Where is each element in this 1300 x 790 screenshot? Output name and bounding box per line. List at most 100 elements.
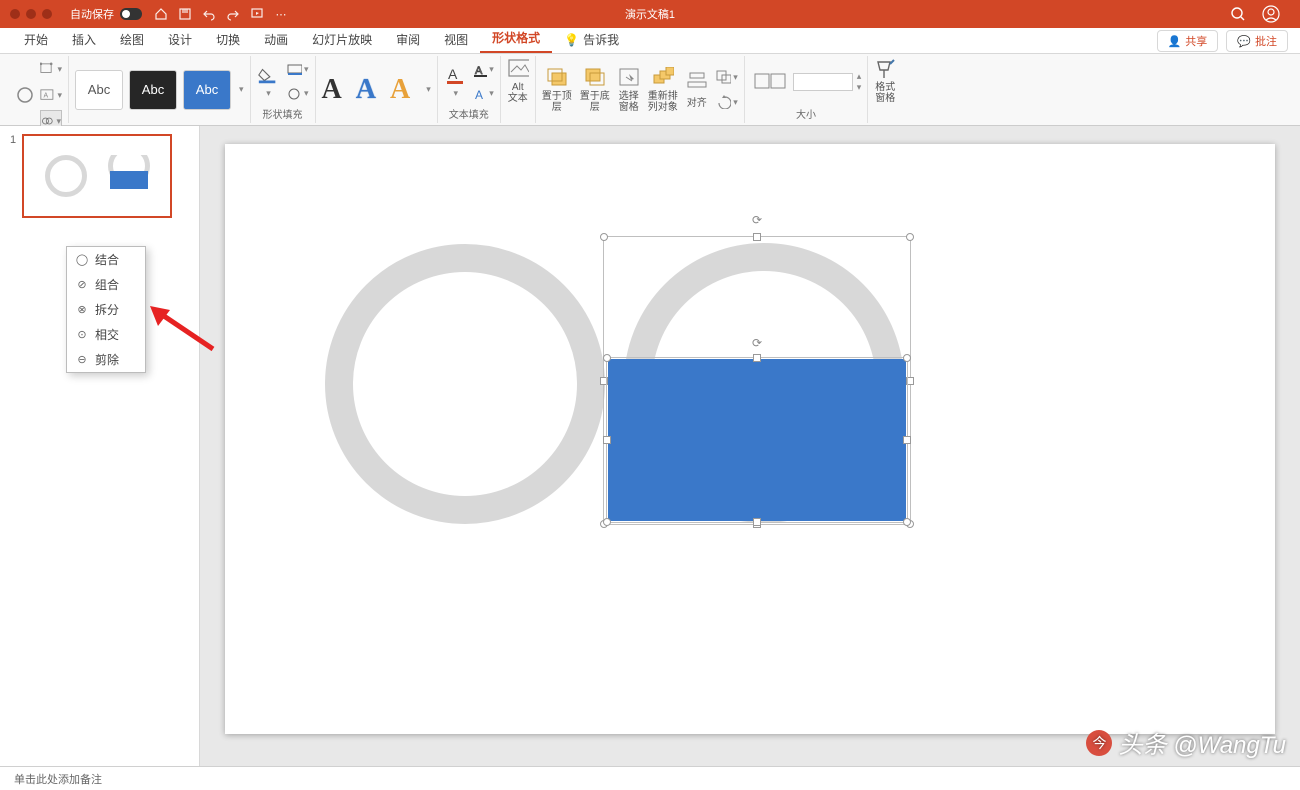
tab-animations[interactable]: 动画: [252, 26, 300, 53]
handle2-w[interactable]: [603, 436, 611, 444]
format-pane-button[interactable]: 格式 窗格: [874, 58, 896, 104]
shape-outline-icon[interactable]: ▾: [287, 59, 309, 81]
tab-insert[interactable]: 插入: [60, 26, 108, 53]
fill-bucket-icon: [257, 64, 279, 86]
min-dot[interactable]: [26, 9, 36, 19]
subtract-icon: ⊖: [75, 353, 89, 367]
present-icon[interactable]: [250, 7, 264, 21]
handle2-nw[interactable]: [603, 354, 611, 362]
combine-icon: ⊘: [75, 278, 89, 292]
menu-intersect-label: 相交: [95, 326, 119, 343]
shape-ring-left[interactable]: [325, 244, 605, 524]
search-icon[interactable]: [1230, 6, 1246, 22]
tab-design[interactable]: 设计: [156, 26, 204, 53]
wordart-style-3[interactable]: A: [390, 74, 410, 106]
comments-button[interactable]: 💬批注: [1226, 30, 1288, 52]
text-effects-icon[interactable]: A▾: [472, 83, 494, 105]
slide-canvas-area[interactable]: ⟳ ⟳: [200, 126, 1300, 766]
redo-icon[interactable]: [226, 7, 240, 21]
menu-fragment-label: 拆分: [95, 301, 119, 318]
account-icon[interactable]: [1262, 5, 1280, 23]
menu-subtract[interactable]: ⊖剪除: [67, 347, 145, 372]
styles-more-icon[interactable]: ▾: [239, 84, 244, 95]
menu-intersect[interactable]: ⊙ 相交: [67, 322, 145, 347]
tab-shape-format[interactable]: 形状格式: [480, 24, 552, 53]
close-dot[interactable]: [10, 9, 20, 19]
thumb-number: 1: [10, 134, 16, 218]
menu-union[interactable]: ◯结合: [67, 247, 145, 272]
shape-style-3[interactable]: Abc: [183, 70, 231, 110]
edit-points-icon[interactable]: ▾: [40, 58, 62, 80]
handle-nw[interactable]: [600, 233, 608, 241]
merge-shapes-menu: ◯结合 ⊘组合 ⊗拆分 ⊙ 相交 ⊖剪除: [66, 246, 146, 373]
align-button[interactable]: 对齐: [686, 70, 708, 109]
document-title: 演示文稿1: [625, 6, 675, 22]
qat-more-icon[interactable]: ⋯: [274, 7, 288, 21]
handle2-sw[interactable]: [603, 518, 611, 526]
group-label-fill: 形状填充: [263, 106, 303, 121]
autosave-toggle[interactable]: 自动保存: [70, 6, 142, 22]
home-icon[interactable]: [154, 7, 168, 21]
wordart-style-1[interactable]: A: [322, 74, 342, 106]
undo-icon[interactable]: [202, 7, 216, 21]
wordart-style-2[interactable]: A: [356, 74, 376, 106]
reorder-button[interactable]: 重新排 列对象: [648, 67, 678, 113]
handle2-se[interactable]: [903, 518, 911, 526]
alt-text-button[interactable]: Alt 文本: [507, 58, 529, 104]
tab-review[interactable]: 审阅: [384, 26, 432, 53]
handle-ne[interactable]: [906, 233, 914, 241]
text-fill-button[interactable]: A▾: [444, 64, 466, 99]
tab-transitions[interactable]: 切换: [204, 26, 252, 53]
menu-combine[interactable]: ⊘组合: [67, 272, 145, 297]
handle2-e[interactable]: [903, 436, 911, 444]
size-width-icon[interactable]: [751, 71, 789, 93]
save-icon[interactable]: [178, 7, 192, 21]
tab-view[interactable]: 视图: [432, 26, 480, 53]
intersect-icon: ⊙: [75, 328, 89, 342]
handle2-s[interactable]: [753, 518, 761, 526]
share-label: 共享: [1185, 33, 1207, 49]
wordart-more-icon[interactable]: ▾: [426, 84, 431, 95]
tab-home[interactable]: 开始: [12, 26, 60, 53]
tab-draw[interactable]: 绘图: [108, 26, 156, 53]
tab-tellme[interactable]: 💡 告诉我: [552, 26, 631, 53]
rotate-handle-outer[interactable]: ⟳: [752, 213, 762, 227]
selection-pane-icon: [618, 67, 640, 89]
shape-effects-icon[interactable]: ▾: [287, 83, 309, 105]
rotate-handle-inner[interactable]: ⟳: [752, 336, 762, 350]
share-button[interactable]: 👤共享: [1157, 30, 1219, 52]
max-dot[interactable]: [42, 9, 52, 19]
bring-front-label: 置于顶 层: [542, 91, 572, 113]
handle2-n[interactable]: [753, 354, 761, 362]
tab-slideshow[interactable]: 幻灯片放映: [300, 26, 384, 53]
svg-text:A: A: [475, 88, 483, 101]
bring-front-icon: [546, 67, 568, 89]
edit-shape-button[interactable]: [14, 84, 36, 106]
autosave-label: 自动保存: [70, 6, 114, 22]
watermark-logo-icon: 今: [1086, 730, 1112, 756]
slide-thumbnail-1[interactable]: [22, 134, 172, 218]
text-outline-icon[interactable]: A▾: [472, 59, 494, 81]
text-box-icon[interactable]: A▾: [40, 84, 62, 106]
menu-fragment[interactable]: ⊗拆分: [67, 297, 145, 322]
shape-style-1[interactable]: Abc: [75, 70, 123, 110]
stepper-icon[interactable]: ▴▾: [857, 71, 862, 93]
ribbon: ▾ A▾ ▾ 编辑 Abc Abc Abc ▾ ▾ ▾ ▾ 形状填充: [0, 54, 1300, 126]
rotate-icon[interactable]: ▾: [716, 91, 738, 113]
toggle-icon[interactable]: [120, 8, 142, 20]
shape-fill-button[interactable]: ▾: [257, 64, 279, 99]
group-icon[interactable]: ▾: [716, 66, 738, 88]
slide[interactable]: ⟳ ⟳: [225, 144, 1275, 734]
handle2-ne[interactable]: [903, 354, 911, 362]
selection-pane-button[interactable]: 选择 窗格: [618, 67, 640, 113]
bring-front-button[interactable]: 置于顶 层: [542, 67, 572, 113]
slide-thumbnail-panel[interactable]: 1 ◯结合 ⊘组合 ⊗拆分 ⊙ 相交 ⊖剪除: [0, 126, 200, 766]
notes-hint[interactable]: 单击此处添加备注: [14, 771, 102, 787]
window-controls[interactable]: [0, 9, 62, 19]
width-input[interactable]: [793, 73, 853, 91]
union-icon: ◯: [75, 253, 89, 267]
send-back-label: 置于底 层: [580, 91, 610, 113]
send-back-button[interactable]: 置于底 层: [580, 67, 610, 113]
shape-style-2[interactable]: Abc: [129, 70, 177, 110]
handle-n[interactable]: [753, 233, 761, 241]
